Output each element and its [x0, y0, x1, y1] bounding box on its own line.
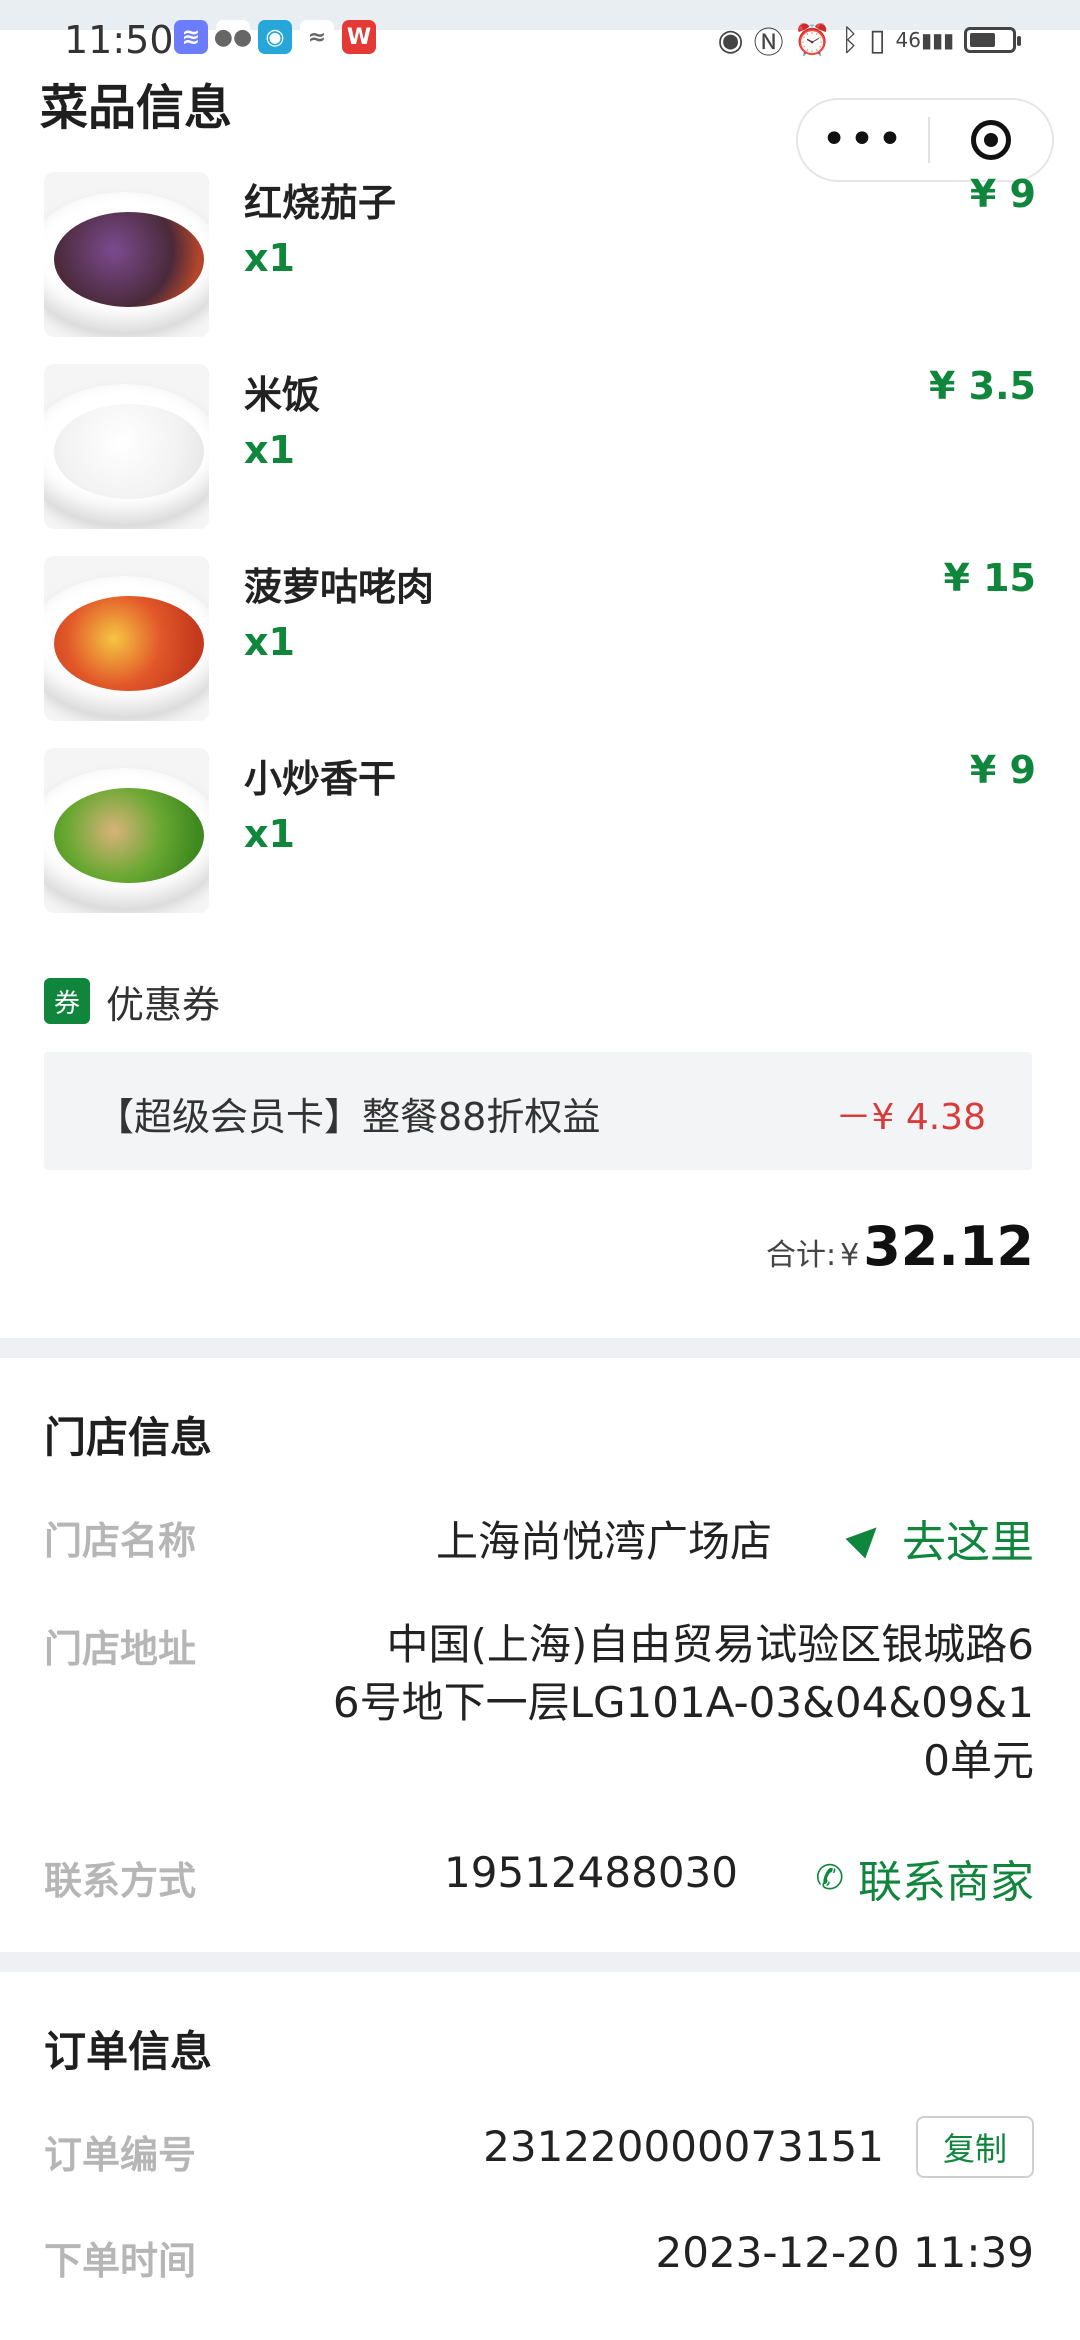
dish-price: ¥ 15: [943, 556, 1036, 600]
status-bar: 11:50 ≋ ●● ◉ ≈ W ◉ Ⓝ ⏰ ᛒ ▯ 46▮▮▮: [0, 16, 1080, 64]
dish-image: [44, 556, 209, 721]
dish-price: ¥ 9: [969, 172, 1036, 216]
close-miniprogram-button[interactable]: [930, 120, 1052, 160]
dish-name: 小炒香干: [244, 757, 397, 801]
contact-label: 联系方式: [44, 1859, 197, 1903]
total-currency: ¥: [840, 1238, 860, 1273]
dish-quantity: x1: [244, 620, 295, 664]
target-icon: [971, 120, 1011, 160]
copy-button[interactable]: 复制: [916, 2116, 1034, 2178]
alarm-icon: ⏰: [793, 22, 831, 58]
section-divider: [0, 1338, 1080, 1358]
bluetooth-icon: ᛒ: [841, 22, 859, 58]
coupon-title: 优惠券: [106, 982, 221, 1027]
dish-quantity: x1: [244, 428, 295, 472]
store-name: 上海尚悦湾广场店: [435, 1517, 772, 1566]
miniprogram-capsule: •••: [796, 98, 1054, 182]
order-number-label: 订单编号: [44, 2133, 197, 2177]
phone-icon: ✆: [815, 1858, 845, 1898]
dish-image: [44, 364, 209, 529]
navigation-arrow-icon: [845, 1517, 887, 1559]
store-address-label: 门店地址: [44, 1627, 197, 1671]
dish-image: [44, 748, 209, 913]
dish-name: 米饭: [244, 373, 321, 417]
order-total: 合计: ¥ 32.12: [766, 1215, 1034, 1278]
section-divider: [0, 1952, 1080, 1972]
dish-quantity: x1: [244, 236, 295, 280]
order-section-title: 订单信息: [44, 2027, 213, 2076]
navigate-button[interactable]: 去这里: [845, 1506, 1034, 1570]
more-menu-button[interactable]: •••: [798, 98, 928, 182]
order-time-label: 下单时间: [44, 2239, 197, 2283]
system-status-icons: ◉ Ⓝ ⏰ ᛒ ▯ 46▮▮▮: [717, 18, 1021, 62]
store-name-label: 门店名称: [44, 1519, 197, 1563]
notification-icons: ≋ ●● ◉ ≈ W: [174, 20, 376, 54]
status-time: 11:50: [64, 18, 174, 62]
coupon-header: 券 优惠券: [44, 976, 221, 1027]
coupon-row[interactable]: 【超级会员卡】整餐88折权益 －¥ 4.38: [44, 1052, 1032, 1170]
dishes-section-title: 菜品信息: [40, 80, 233, 136]
store-section-title: 门店信息: [44, 1413, 213, 1462]
coupon-discount: －¥ 4.38: [835, 1097, 986, 1138]
coupon-icon: 券: [44, 978, 90, 1024]
dish-item[interactable]: 菠萝咕咾肉 x1 ¥ 15: [44, 556, 1036, 721]
vibrate-icon: ▯: [869, 22, 886, 58]
signal-icon: 46▮▮▮: [895, 28, 954, 52]
dish-image: [44, 172, 209, 337]
eye-icon: ◉: [717, 22, 744, 58]
coupon-name: 【超级会员卡】整餐88折权益: [96, 1095, 601, 1139]
address-line: 0单元: [923, 1736, 1034, 1785]
wps-icon: W: [342, 20, 376, 54]
navigate-label: 去这里: [902, 1517, 1034, 1568]
total-label: 合计:: [765, 1238, 837, 1273]
wechat-icon: ●●: [214, 20, 252, 54]
dish-item[interactable]: 米饭 x1 ¥ 3.5: [44, 364, 1036, 529]
address-line: 中国(上海)自由贸易试验区银城路6: [386, 1620, 1035, 1669]
camera-app-icon: ◉: [258, 20, 292, 54]
order-time: 2023-12-20 11:39: [655, 2228, 1034, 2277]
dish-item[interactable]: 小炒香干 x1 ¥ 9: [44, 748, 1036, 913]
store-address: 中国(上海)自由贸易试验区银城路6 6号地下一层LG101A-03&04&09&…: [333, 1616, 1034, 1790]
store-phone: 19512488030: [444, 1848, 738, 1897]
dish-item[interactable]: 红烧茄子 x1 ¥ 9: [44, 172, 1036, 337]
battery-icon: [964, 27, 1021, 53]
dish-name: 红烧茄子: [244, 181, 397, 225]
dish-price: ¥ 3.5: [929, 364, 1036, 408]
dish-name: 菠萝咕咾肉: [244, 565, 435, 609]
contact-merchant-button[interactable]: ✆ 联系商家: [816, 1846, 1035, 1910]
dish-price: ¥ 9: [969, 748, 1036, 792]
contact-merchant-label: 联系商家: [858, 1857, 1034, 1908]
address-line: 6号地下一层LG101A-03&04&09&1: [332, 1678, 1034, 1727]
dish-quantity: x1: [244, 812, 295, 856]
wifi-icon: ≈: [300, 20, 334, 54]
nfc-icon: Ⓝ: [753, 26, 784, 61]
total-value: 32.12: [863, 1215, 1034, 1278]
app-notification-icon: ≋: [174, 20, 208, 54]
order-number: 231220000073151: [483, 2122, 884, 2171]
